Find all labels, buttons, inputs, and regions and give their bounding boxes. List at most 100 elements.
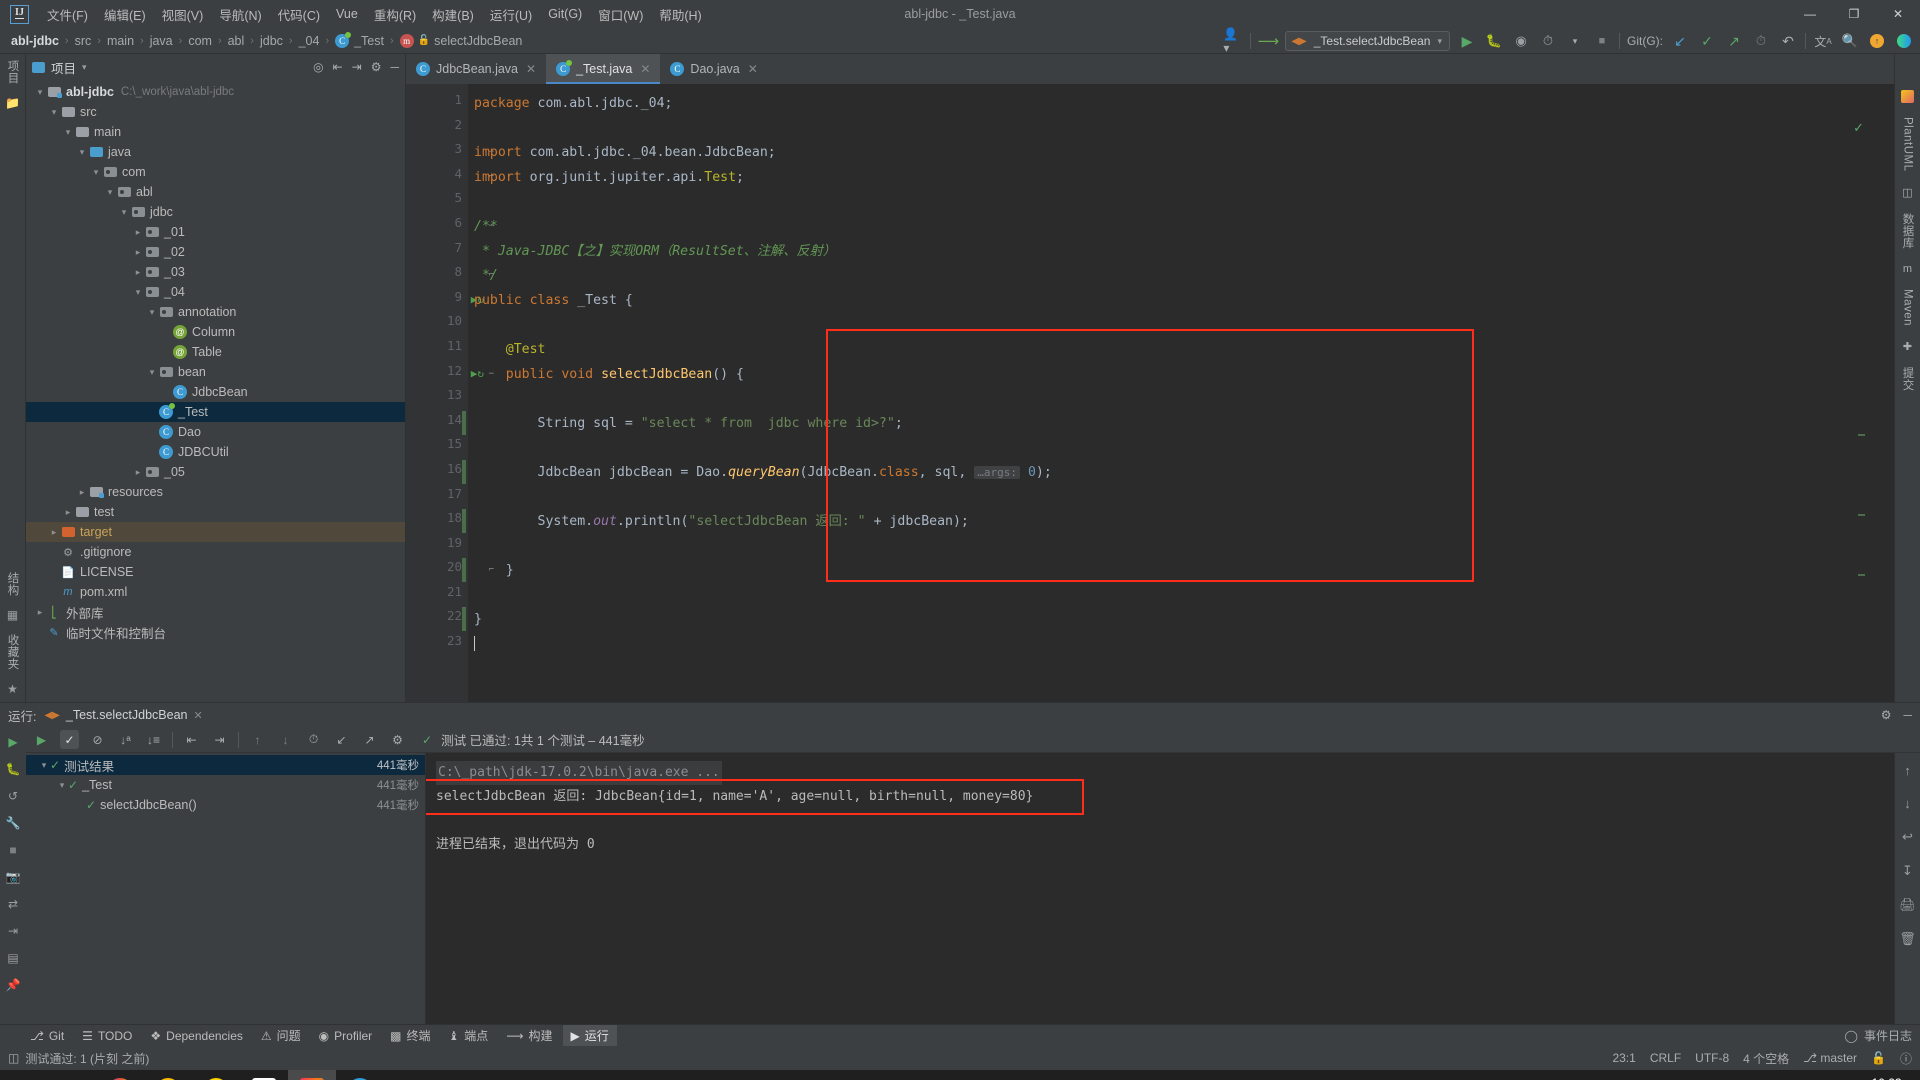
breadcrumb-project[interactable]: abl-jdbc xyxy=(8,32,62,50)
down-icon[interactable]: ↓ xyxy=(1904,796,1911,811)
breadcrumb-04[interactable]: _04 xyxy=(296,32,323,50)
profiler-icon[interactable]: ⏱ xyxy=(1538,31,1558,51)
chrome-button[interactable] xyxy=(144,1070,192,1080)
tree-twisty-icon[interactable]: ▾ xyxy=(118,207,130,218)
settings-icon[interactable]: ⚙ xyxy=(388,730,407,749)
debug-icon[interactable]: 🐛 xyxy=(6,762,21,776)
breadcrumb-src[interactable]: src xyxy=(72,32,95,50)
print-icon[interactable]: 🖨 xyxy=(1899,897,1916,913)
tree-node-license[interactable]: 📄 LICENSE xyxy=(26,562,405,582)
run-icon[interactable]: ▶ xyxy=(8,735,17,749)
breadcrumb-test-class[interactable]: C _Test xyxy=(332,31,387,50)
tree-twisty-icon[interactable]: ▾ xyxy=(76,147,88,158)
code-line[interactable]: JdbcBean jdbcBean = Dao.queryBean(JdbcBe… xyxy=(474,461,1894,486)
code-line[interactable]: public class _Test { xyxy=(474,289,1894,314)
code-line[interactable]: System.out.println("selectJdbcBean 返回: "… xyxy=(474,510,1894,535)
menu-window[interactable]: 窗口(W) xyxy=(590,1,651,28)
thread-dump-icon[interactable]: ⇄ xyxy=(8,897,18,911)
close-icon[interactable]: ✕ xyxy=(640,62,650,76)
minimize-icon[interactable]: ─ xyxy=(390,60,399,74)
tool-button-terminal[interactable]: ▩ 终端 xyxy=(382,1025,438,1046)
run-configuration-selector[interactable]: ◀▶ _Test.selectJdbcBean ▾ xyxy=(1285,31,1450,51)
tree-node-jdbcutil[interactable]: C JDBCUtil xyxy=(26,442,405,462)
code-line[interactable]: import org.junit.jupiter.api.Test; xyxy=(474,166,1894,191)
test-tree-row[interactable]: ✓ selectJdbcBean() 441毫秒 xyxy=(26,795,425,815)
tree-twisty-icon[interactable]: ▾ xyxy=(34,87,46,98)
tree-node-02[interactable]: ▸ _02 xyxy=(26,242,405,262)
import-icon[interactable]: ↙ xyxy=(332,730,351,749)
chevron-down-icon[interactable]: ▾ xyxy=(1565,31,1585,51)
inspection-status-ok-icon[interactable]: ✓ xyxy=(1853,120,1864,136)
editor-viewport[interactable]: 1 2 3− 4 ⌐ 5 6− 7 8 ⌐ 9 ▶↻ 10 11 12 ▶↻ − 13 14 15 16 17 18 19 20… xyxy=(406,84,1894,702)
start-button[interactable] xyxy=(0,1070,48,1080)
maximize-button[interactable]: ❐ xyxy=(1832,0,1876,28)
tree-twisty-icon[interactable]: ▾ xyxy=(146,367,158,378)
code-line[interactable]: public void selectJdbcBean() { xyxy=(474,363,1894,388)
menu-navigate[interactable]: 导航(N) xyxy=(211,1,269,28)
code-line[interactable] xyxy=(474,117,1894,142)
sidebar-item-plantuml[interactable]: PlantUML xyxy=(1902,117,1914,172)
code-line[interactable]: @Test xyxy=(474,338,1894,363)
navicat-button[interactable] xyxy=(336,1070,384,1080)
tab-dao-java[interactable]: C Dao.java ✕ xyxy=(660,54,767,84)
translate-icon[interactable]: 文A xyxy=(1813,31,1833,51)
tree-node-target[interactable]: ▸ target xyxy=(26,522,405,542)
unlocked-icon[interactable]: 🔓 xyxy=(1871,1051,1886,1065)
sidebar-item-structure[interactable]: 结构 xyxy=(5,572,21,596)
editor-gutter[interactable]: 1 2 3− 4 ⌐ 5 6− 7 8 ⌐ 9 ▶↻ 10 11 12 ▶↻ − 13 14 15 16 17 18 19 20… xyxy=(406,84,494,702)
structure-icon[interactable]: ▦ xyxy=(7,608,18,622)
close-icon[interactable]: ✕ xyxy=(193,709,202,722)
import-icon[interactable]: ⇥ xyxy=(8,924,18,938)
info-icon[interactable]: ⓘ xyxy=(1900,1050,1912,1067)
tree-node-test[interactable]: C _Test xyxy=(26,402,405,422)
menu-edit[interactable]: 编辑(E) xyxy=(96,1,154,28)
rerun-failed-icon[interactable]: ↺ xyxy=(8,789,18,803)
tree-node-gitignore[interactable]: ⚙ .gitignore xyxy=(26,542,405,562)
menu-vue[interactable]: Vue xyxy=(328,3,366,25)
menu-refactor[interactable]: 重构(R) xyxy=(366,1,424,28)
code-line[interactable] xyxy=(474,190,1894,215)
tool-button-profiler[interactable]: ◉ Profiler xyxy=(311,1027,381,1045)
code-line[interactable]: } xyxy=(474,559,1894,584)
code-line[interactable]: * Java-JDBC【之】实现ORM（ResultSet、注解、反射） xyxy=(474,240,1894,265)
history-icon[interactable]: ⏱ xyxy=(1751,31,1771,51)
menu-git[interactable]: Git(G) xyxy=(540,3,590,25)
star-icon[interactable]: ★ xyxy=(7,682,18,702)
code-line[interactable] xyxy=(474,633,1894,658)
tab-jdbcbean-java[interactable]: C JdbcBean.java ✕ xyxy=(406,54,546,84)
tree-node-04[interactable]: ▾ _04 xyxy=(26,282,405,302)
code-line[interactable] xyxy=(474,486,1894,511)
layout-icon[interactable]: ▤ xyxy=(7,951,18,965)
tool-button-endpoints[interactable]: ♝ 端点 xyxy=(441,1025,497,1046)
breadcrumb-java[interactable]: java xyxy=(147,32,176,50)
notification-icon[interactable]: ↑ xyxy=(1867,31,1887,51)
tree-twisty-icon[interactable]: ▸ xyxy=(132,247,144,258)
history-icon[interactable]: ⏱ xyxy=(304,730,323,749)
push-icon[interactable]: ↗ xyxy=(1724,31,1744,51)
tool-button-dependencies[interactable]: ❖ Dependencies xyxy=(142,1027,251,1045)
tool-button-run[interactable]: ▶ 运行 xyxy=(562,1025,617,1046)
event-log-button[interactable]: ◯ 事件日志 xyxy=(1845,1027,1912,1044)
sidebar-item-favorites[interactable]: 收藏夹 xyxy=(5,634,21,670)
menu-file[interactable]: 文件(F) xyxy=(39,1,96,28)
tree-twisty-icon[interactable]: ▸ xyxy=(132,467,144,478)
tree-node-main[interactable]: ▾ main xyxy=(26,122,405,142)
expand-all-icon[interactable]: ⇤ xyxy=(333,60,343,74)
close-icon[interactable]: ✕ xyxy=(748,62,758,76)
collapse-all-icon[interactable]: ⇥ xyxy=(352,60,362,74)
tree-twisty-icon[interactable]: ▾ xyxy=(38,760,50,771)
tree-twisty-icon[interactable]: ▾ xyxy=(146,307,158,318)
tree-node-com[interactable]: ▾ com xyxy=(26,162,405,182)
run-icon[interactable]: ▶ xyxy=(1457,31,1477,51)
show-passed-icon[interactable]: ✓ xyxy=(60,730,79,749)
clear-all-icon[interactable]: 🗑 xyxy=(1899,931,1916,947)
up-icon[interactable]: ↑ xyxy=(1904,763,1911,778)
screenshot-icon[interactable]: 📷 xyxy=(6,870,21,884)
tree-twisty-icon[interactable]: ▸ xyxy=(132,267,144,278)
tree-node-dao[interactable]: C Dao xyxy=(26,422,405,442)
intellij-button[interactable]: IJ xyxy=(288,1070,336,1080)
tree-node-abl[interactable]: ▾ abl xyxy=(26,182,405,202)
tree-twisty-icon[interactable]: ▸ xyxy=(62,507,74,518)
tree-node-03[interactable]: ▸ _03 xyxy=(26,262,405,282)
tree-twisty-icon[interactable]: ▾ xyxy=(104,187,116,198)
